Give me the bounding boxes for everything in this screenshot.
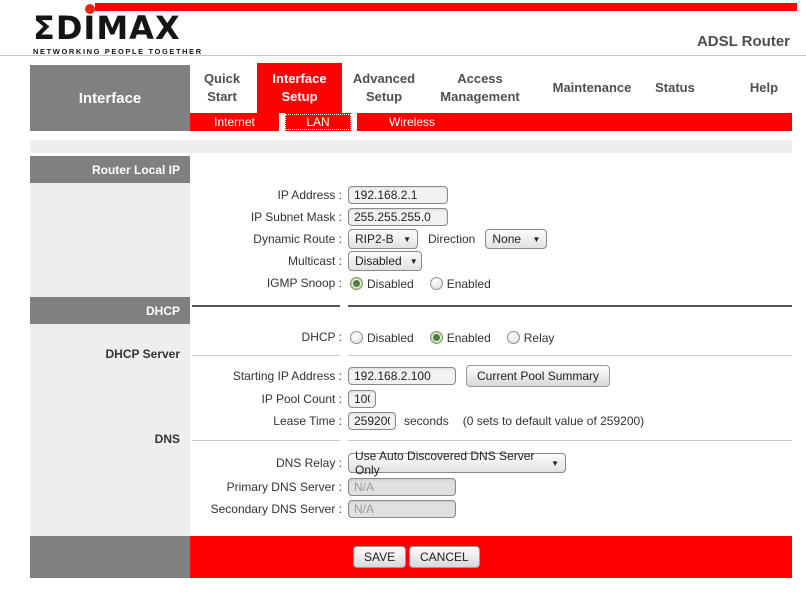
product-title: ADSL Router [697,33,790,50]
sidebar-panel [30,156,190,536]
secondary-dns-input [348,500,456,518]
lease-time-unit: seconds [404,414,449,428]
dynamic-route-select[interactable]: RIP2-B ▼ [348,229,418,249]
dhcp-server-divider [348,355,792,356]
row-lease-time: Lease Time : seconds (0 sets to default … [190,410,792,432]
ip-address-label: IP Address : [190,188,342,202]
dhcp-enabled-option-label: Enabled [447,329,491,345]
logo-prefix: ΣD [33,9,83,47]
dns-divider [348,440,792,441]
lease-time-input[interactable] [348,412,396,430]
ip-address-input[interactable] [348,186,448,204]
row-starting-ip: Starting IP Address : Current Pool Summa… [190,365,792,387]
tab-interface-setup[interactable]: InterfaceSetup [257,63,342,113]
tab-quick-start[interactable]: QuickStart [196,63,248,113]
chevron-down-icon: ▼ [403,235,411,244]
primary-dns-label: Primary DNS Server : [190,480,342,494]
router-admin-page: ΣDIMAX NETWORKING PEOPLE TOGETHER ADSL R… [0,0,806,601]
tab-access-management[interactable]: AccessManagement [430,63,530,113]
sidebar-header-dhcp: DHCP [30,297,190,324]
row-ip-address: IP Address : [190,184,792,206]
chevron-down-icon: ▼ [532,235,540,244]
content-top-band [30,140,792,153]
dhcp-enabled-radio[interactable] [430,331,443,344]
igmp-disabled-option-label: Disabled [367,275,414,291]
subtab-internet[interactable]: Internet [190,115,279,129]
row-igmp-snoop: IGMP Snoop : Disabled Enabled [190,272,792,294]
starting-ip-input[interactable] [348,367,456,385]
row-multicast: Multicast : Disabled ▼ [190,250,792,272]
igmp-enabled-radio[interactable] [430,277,443,290]
sidebar-label-dhcp-server: DHCP Server [30,347,180,361]
row-primary-dns: Primary DNS Server : [190,476,792,498]
row-dynamic-route: Dynamic Route : RIP2-B ▼ Direction None … [190,228,792,250]
tab-advanced-setup[interactable]: AdvancedSetup [346,63,422,113]
tab-help[interactable]: Help [740,63,788,113]
subtab-bar: Internet LAN Wireless [190,113,792,131]
top-red-bar [95,3,797,11]
sidebar-section-title: Interface [30,65,190,131]
igmp-disabled-radio[interactable] [350,277,363,290]
direction-select[interactable]: None ▼ [485,229,547,249]
row-subnet-mask: IP Subnet Mask : [190,206,792,228]
sidebar-header-router-local-ip: Router Local IP [30,156,190,183]
row-ip-pool-count: IP Pool Count : [190,388,792,410]
subnet-mask-input[interactable] [348,208,448,226]
igmp-enabled-option-label: Enabled [447,275,491,291]
dhcp-server-divider [192,355,340,356]
row-dns-relay: DNS Relay : Use Auto Discovered DNS Serv… [190,452,792,474]
row-secondary-dns: Secondary DNS Server : [190,498,792,520]
logo-letter-i: I [83,12,96,44]
header-divider [0,55,806,56]
row-dhcp-mode: DHCP : Disabled Enabled Relay [190,326,792,348]
chevron-down-icon: ▼ [410,257,418,266]
dhcp-relay-radio[interactable] [507,331,520,344]
dhcp-label: DHCP : [190,330,342,344]
dns-relay-select[interactable]: Use Auto Discovered DNS Server Only ▼ [348,453,566,473]
dns-relay-label: DNS Relay : [190,456,342,470]
dhcp-disabled-radio[interactable] [350,331,363,344]
dhcp-disabled-option-label: Disabled [367,329,414,345]
starting-ip-label: Starting IP Address : [190,369,342,383]
subnet-mask-label: IP Subnet Mask : [190,210,342,224]
dynamic-route-label: Dynamic Route : [190,232,342,246]
sidebar-label-dns: DNS [30,432,180,446]
logo-wordmark: ΣDIMAX [33,12,203,44]
footer-sidebar-block [30,536,190,578]
chevron-down-icon: ▼ [551,459,559,468]
dhcp-section-divider [348,305,792,307]
current-pool-summary-button[interactable]: Current Pool Summary [466,365,610,387]
direction-label: Direction [428,232,475,246]
lease-time-label: Lease Time : [190,414,342,428]
lease-time-note: (0 sets to default value of 259200) [463,414,644,428]
multicast-label: Multicast : [190,254,342,268]
primary-dns-input [348,478,456,496]
edimax-logo: ΣDIMAX NETWORKING PEOPLE TOGETHER [33,12,203,56]
dhcp-section-divider [192,305,340,307]
secondary-dns-label: Secondary DNS Server : [190,502,342,516]
igmp-snoop-label: IGMP Snoop : [190,276,342,290]
ip-pool-count-input[interactable] [348,390,376,408]
subtab-wireless[interactable]: Wireless [357,115,467,129]
dhcp-relay-option-label: Relay [524,329,555,345]
tab-maintenance[interactable]: Maintenance [546,63,638,113]
dns-divider [192,440,340,441]
subtab-lan[interactable]: LAN [285,114,351,130]
save-button[interactable]: SAVE [353,546,406,568]
logo-red-dot-icon [85,4,95,14]
footer-action-bar: SAVE CANCEL [190,536,792,578]
ip-pool-count-label: IP Pool Count : [190,392,342,406]
logo-suffix: MAX [96,9,180,47]
cancel-button[interactable]: CANCEL [409,546,480,568]
tab-status[interactable]: Status [648,63,702,113]
multicast-select[interactable]: Disabled ▼ [348,251,422,271]
